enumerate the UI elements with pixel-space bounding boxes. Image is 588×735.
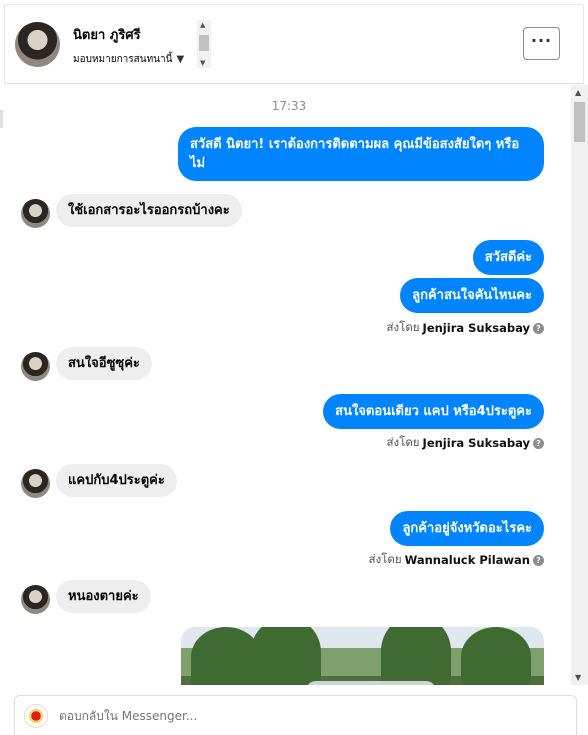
header-scrollbar[interactable]: ▲ ▼: [197, 20, 211, 68]
ellipsis-icon: ···: [530, 31, 553, 50]
caret-down-icon: ▼: [176, 54, 185, 65]
sent-by-line: ส่งโดย Jenjira Suksabay ?: [387, 434, 544, 452]
sent-by-prefix: ส่งโดย: [368, 552, 402, 566]
assign-conversation-dropdown[interactable]: มอบหมายการสนทนานี้ ▼: [73, 52, 184, 67]
reply-composer: [14, 695, 577, 735]
contact-avatar-small[interactable]: [21, 469, 50, 498]
message-thread: 17:33 สวัสดี นิตยา! เราต้องการติดตามผล ค…: [4, 85, 584, 685]
message-bubble-incoming[interactable]: ใช้เอกสารอะไรออกรถบ้างคะ: [56, 194, 242, 227]
message-bubble-outgoing[interactable]: ลูกค้าอยู่จังหวัดอะไรคะ: [390, 511, 544, 546]
message-bubble-outgoing[interactable]: สนใจตอนเดียว แคป หรือ4ประตูคะ: [323, 394, 544, 429]
image-tree: [461, 627, 531, 685]
sender-name: Wannaluck Pilawan: [404, 553, 530, 567]
image-attachment[interactable]: [181, 627, 544, 685]
reply-input[interactable]: [59, 709, 439, 723]
sent-by-prefix: ส่งโดย: [386, 435, 420, 449]
info-icon[interactable]: ?: [533, 322, 544, 334]
message-bubble-outgoing[interactable]: สวัสดีค่ะ: [472, 240, 544, 275]
more-options-button[interactable]: ···: [523, 27, 560, 60]
contact-name[interactable]: นิตยา ภูริศรี: [73, 24, 141, 45]
sent-by-prefix: ส่งโดย: [386, 320, 420, 334]
image-tree: [381, 627, 451, 685]
contact-avatar[interactable]: [15, 22, 60, 67]
message-bubble-outgoing[interactable]: สวัสดี นิตยา! เราต้องการติดตามผล คุณมีข้…: [178, 127, 544, 181]
sent-by-line: ส่งโดย Jenjira Suksabay ?: [387, 319, 544, 337]
contact-avatar-small[interactable]: [21, 352, 50, 381]
sender-name: Jenjira Suksabay: [422, 321, 530, 335]
scroll-up-icon[interactable]: ▲: [575, 88, 581, 97]
header-scroll-thumb[interactable]: [199, 35, 209, 51]
message-bubble-incoming[interactable]: หนองตายค่ะ: [56, 580, 151, 613]
scroll-down-icon[interactable]: ▼: [575, 673, 581, 682]
message-timestamp: 17:33: [271, 99, 307, 113]
page-avatar: [24, 704, 48, 728]
sender-name: Jenjira Suksabay: [422, 436, 530, 450]
info-icon[interactable]: ?: [533, 437, 544, 449]
sent-by-line: ส่งโดย Wannaluck Pilawan ?: [369, 551, 544, 569]
thread-scrollbar[interactable]: ▲ ▼: [571, 85, 588, 685]
info-icon[interactable]: ?: [533, 554, 544, 566]
assign-label: มอบหมายการสนทนานี้: [73, 54, 173, 65]
scroll-down-icon[interactable]: ▼: [200, 59, 205, 67]
scroll-up-icon[interactable]: ▲: [200, 21, 205, 29]
image-car: [306, 681, 436, 685]
message-bubble-incoming[interactable]: สนใจอีซูซุค่ะ: [56, 347, 152, 380]
conversation-header: นิตยา ภูริศรี มอบหมายการสนทนานี้ ▼ ▲ ▼ ·…: [4, 4, 584, 84]
message-bubble-outgoing[interactable]: ลูกค้าสนใจคันไหนคะ: [400, 278, 544, 313]
thread-scroll-thumb[interactable]: [574, 102, 585, 142]
image-tree: [251, 627, 321, 685]
message-bubble-incoming[interactable]: แคปกับ4ประตูค่ะ: [56, 464, 177, 497]
left-edge-marker: [0, 110, 3, 128]
contact-avatar-small[interactable]: [21, 585, 50, 614]
contact-avatar-small[interactable]: [21, 199, 50, 228]
